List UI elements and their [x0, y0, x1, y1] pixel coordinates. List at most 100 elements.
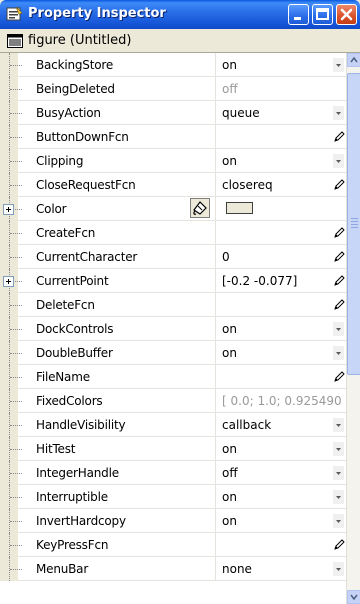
property-value[interactable]: closereq: [222, 178, 322, 192]
property-value[interactable]: on: [222, 154, 322, 168]
title-bar[interactable]: Property Inspector: [0, 0, 360, 29]
chevron-down-icon[interactable]: [333, 418, 344, 432]
tree-line: [10, 473, 22, 474]
object-label: figure (Untitled): [28, 33, 132, 48]
property-row[interactable]: HitTest on: [0, 437, 346, 461]
chevron-down-icon[interactable]: [333, 346, 344, 360]
column-divider: [215, 389, 216, 413]
close-button[interactable]: [336, 4, 357, 25]
property-row[interactable]: IntegerHandle off: [0, 461, 346, 485]
property-row[interactable]: MenuBar none: [0, 557, 346, 581]
chevron-down-icon[interactable]: [333, 58, 344, 72]
maximize-button[interactable]: [312, 4, 333, 25]
property-value[interactable]: 0: [222, 250, 322, 264]
property-value[interactable]: [-0.2 -0.077]: [222, 274, 322, 288]
property-row[interactable]: BeingDeleted off: [0, 77, 346, 101]
property-value[interactable]: on: [222, 514, 322, 528]
property-row[interactable]: DeleteFcn: [0, 293, 346, 317]
property-name: KeyPressFcn: [36, 538, 109, 552]
tree-line: [10, 497, 22, 498]
column-divider: [215, 365, 216, 389]
tree-line: [10, 65, 22, 66]
property-value[interactable]: none: [222, 562, 322, 576]
property-row[interactable]: FixedColors [ 0.0; 1.0; 0.925490...: [0, 389, 346, 413]
window-title: Property Inspector: [28, 6, 166, 21]
tree-line: [10, 305, 22, 306]
tree-line: [10, 257, 22, 258]
expand-icon[interactable]: [3, 204, 14, 215]
chevron-down-icon[interactable]: [333, 490, 344, 504]
property-value[interactable]: on: [222, 490, 322, 504]
maximize-icon: [316, 8, 329, 20]
property-value[interactable]: off: [222, 466, 322, 480]
property-row[interactable]: BackingStore on: [0, 53, 346, 77]
tree-line: [10, 353, 22, 354]
property-value[interactable]: on: [222, 346, 322, 360]
property-row[interactable]: Color: [0, 197, 346, 221]
property-name: ButtonDownFcn: [36, 130, 129, 144]
property-name: InvertHardcopy: [36, 514, 126, 528]
scroll-grip-line: [351, 224, 358, 225]
property-value[interactable]: on: [222, 442, 322, 456]
chevron-down-icon[interactable]: [333, 562, 344, 576]
pencil-icon[interactable]: [332, 178, 346, 192]
property-row[interactable]: KeyPressFcn: [0, 533, 346, 557]
column-divider: [215, 461, 216, 485]
column-divider: [215, 533, 216, 557]
property-row[interactable]: CurrentPoint [-0.2 -0.077]: [0, 269, 346, 293]
property-row[interactable]: CurrentCharacter 0: [0, 245, 346, 269]
pencil-icon[interactable]: [332, 274, 346, 288]
property-row[interactable]: DockControls on: [0, 317, 346, 341]
property-row[interactable]: CreateFcn: [0, 221, 346, 245]
property-row[interactable]: BusyAction queue: [0, 101, 346, 125]
chevron-down-icon[interactable]: [333, 514, 344, 528]
minimize-icon: [294, 17, 301, 20]
scroll-up-button[interactable]: [347, 53, 360, 67]
column-divider: [215, 149, 216, 173]
column-divider: [215, 485, 216, 509]
property-value[interactable]: on: [222, 58, 322, 72]
chevron-down-icon[interactable]: [333, 154, 344, 168]
chevron-up-icon: [350, 56, 358, 63]
scroll-thumb[interactable]: [347, 73, 360, 375]
property-value[interactable]: callback: [222, 418, 322, 432]
pencil-icon[interactable]: [332, 538, 346, 552]
property-value: off: [222, 82, 238, 96]
property-row[interactable]: Clipping on: [0, 149, 346, 173]
property-row[interactable]: InvertHardcopy on: [0, 509, 346, 533]
pencil-icon[interactable]: [332, 298, 346, 312]
pencil-icon[interactable]: [332, 370, 346, 384]
property-name: HitTest: [36, 442, 76, 456]
property-name: CurrentCharacter: [36, 250, 138, 264]
tree-line: [10, 185, 22, 186]
pencil-icon[interactable]: [332, 130, 346, 144]
color-swatch[interactable]: [226, 202, 253, 214]
property-row[interactable]: HandleVisibility callback: [0, 413, 346, 437]
property-value[interactable]: queue: [222, 106, 322, 120]
property-value[interactable]: on: [222, 322, 322, 336]
property-name: Color: [36, 202, 67, 216]
column-divider: [215, 341, 216, 365]
pencil-icon[interactable]: [332, 226, 346, 240]
property-row[interactable]: Interruptible on: [0, 485, 346, 509]
chevron-down-icon[interactable]: [333, 322, 344, 336]
chevron-down-icon[interactable]: [333, 466, 344, 480]
property-inspector-window: Property Inspector figure (Untitled) Bac…: [0, 0, 360, 604]
property-row[interactable]: FileName: [0, 365, 346, 389]
tree-line: [10, 545, 22, 546]
tree-line: [10, 401, 22, 402]
scroll-down-button[interactable]: [347, 590, 360, 604]
column-divider: [215, 173, 216, 197]
expand-icon[interactable]: [3, 276, 14, 287]
property-name: IntegerHandle: [36, 466, 119, 480]
pencil-icon[interactable]: [332, 250, 346, 264]
chevron-down-icon[interactable]: [333, 106, 344, 120]
chevron-down-icon[interactable]: [333, 442, 344, 456]
property-inspector-icon: [6, 6, 23, 22]
property-row[interactable]: CloseRequestFcn closereq: [0, 173, 346, 197]
property-row[interactable]: DoubleBuffer on: [0, 341, 346, 365]
minimize-button[interactable]: [288, 4, 309, 25]
palette-icon[interactable]: [190, 198, 210, 218]
property-row[interactable]: ButtonDownFcn: [0, 125, 346, 149]
vertical-scrollbar[interactable]: [346, 53, 360, 604]
